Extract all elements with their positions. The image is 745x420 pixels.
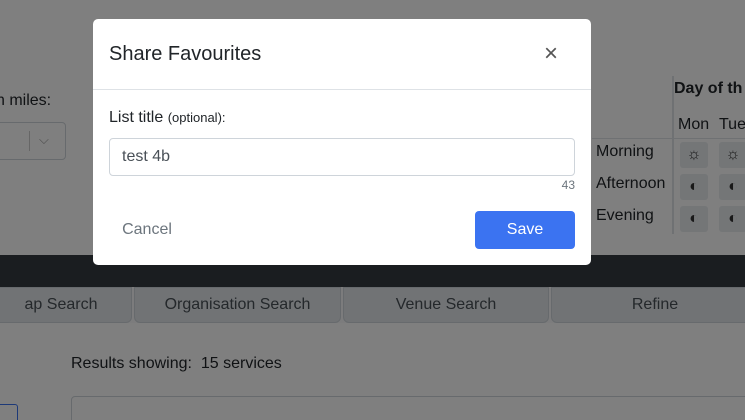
list-title-input[interactable] [109, 138, 575, 176]
optional-hint: (optional): [167, 110, 226, 125]
character-counter: 43 [561, 178, 575, 192]
cancel-button[interactable]: Cancel [109, 211, 185, 249]
close-icon[interactable]: × [539, 42, 563, 68]
list-title-label-text: List title [109, 109, 164, 126]
list-title-label: List title (optional): [109, 109, 226, 127]
modal-title: Share Favourites [109, 43, 262, 65]
share-favourites-modal: Share Favourites × List title (optional)… [93, 19, 591, 265]
modal-header: Share Favourites × [93, 19, 591, 90]
save-button[interactable]: Save [475, 211, 575, 249]
